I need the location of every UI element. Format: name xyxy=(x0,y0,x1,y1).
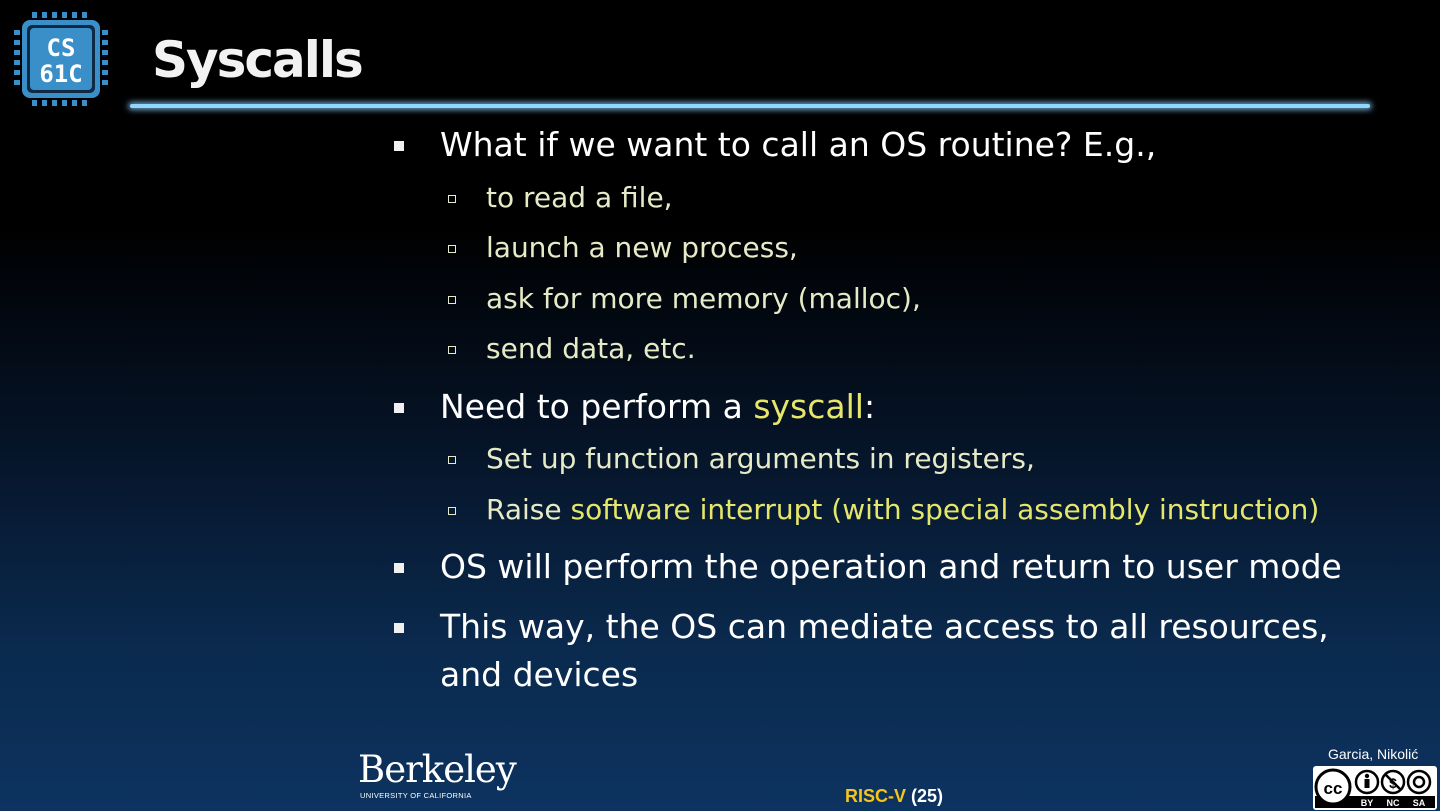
sub-bullet-text-before: Raise xyxy=(486,493,571,526)
bullet-text-before: Need to perform a xyxy=(440,387,754,426)
bullet-text: OS will perform the operation and return… xyxy=(440,547,1342,586)
sub-bullet-text: to read a file, xyxy=(486,181,673,214)
footer-topic-text: RISC-V xyxy=(845,786,907,806)
square-bullet-icon xyxy=(394,563,404,573)
footer-authors: Garcia, Nikolić xyxy=(1328,746,1419,762)
sub-bullet-more-memory: ask for more memory (malloc), xyxy=(448,282,921,316)
bullet-perform-syscall: Need to perform a syscall: xyxy=(394,387,876,427)
bullet-mediate-access-cont: and devices xyxy=(440,655,638,695)
hollow-square-bullet-icon xyxy=(448,346,456,354)
hollow-square-bullet-icon xyxy=(448,195,456,203)
square-bullet-icon xyxy=(394,141,404,151)
berkeley-subtitle: UNIVERSITY OF CALIFORNIA xyxy=(360,791,472,800)
sub-bullet-send-data: send data, etc. xyxy=(448,332,696,366)
bullet-text: What if we want to call an OS routine? E… xyxy=(440,125,1157,164)
sub-bullet-setup-args: Set up function arguments in registers, xyxy=(448,442,1035,476)
license-sa-label: SA xyxy=(1413,798,1426,808)
sub-bullet-read-file: to read a file, xyxy=(448,181,673,215)
sub-bullet-launch-process: launch a new process, xyxy=(448,231,798,265)
bullet-os-perform: OS will perform the operation and return… xyxy=(394,547,1342,587)
bullet-os-routine: What if we want to call an OS routine? E… xyxy=(394,125,1157,165)
hollow-square-bullet-icon xyxy=(448,245,456,253)
cc-by-nc-sa-license-icon: cc $ BY NC SA xyxy=(1313,766,1437,810)
slide-content: What if we want to call an OS routine? E… xyxy=(0,0,1440,811)
hollow-square-bullet-icon xyxy=(448,296,456,304)
berkeley-logo: Berkeley UNIVERSITY OF CALIFORNIA xyxy=(356,748,517,804)
svg-text:cc: cc xyxy=(1324,779,1343,798)
hollow-square-bullet-icon xyxy=(448,507,456,515)
sub-bullet-text: Set up function arguments in registers, xyxy=(486,442,1035,475)
sub-bullet-text: launch a new process, xyxy=(486,231,798,264)
bullet-highlight-syscall: syscall xyxy=(753,387,864,426)
bullet-mediate-access: This way, the OS can mediate access to a… xyxy=(394,607,1329,647)
square-bullet-icon xyxy=(394,623,404,633)
bullet-text-after: : xyxy=(863,387,876,426)
berkeley-wordmark: Berkeley xyxy=(358,748,517,791)
license-by-label: BY xyxy=(1361,798,1374,808)
sub-bullet-text: send data, etc. xyxy=(486,332,696,365)
sub-bullet-raise-interrupt: Raise software interrupt (with special a… xyxy=(448,493,1320,527)
sub-bullet-text: ask for more memory (malloc), xyxy=(486,282,921,315)
bullet-text-line1: This way, the OS can mediate access to a… xyxy=(440,607,1329,646)
footer-topic: RISC-V (25) xyxy=(845,786,943,807)
sub-bullet-highlight-interrupt: software interrupt (with special assembl… xyxy=(570,493,1320,526)
bullet-text-line2: and devices xyxy=(440,655,639,694)
footer-page-number: (25) xyxy=(911,786,944,806)
hollow-square-bullet-icon xyxy=(448,456,456,464)
square-bullet-icon xyxy=(394,403,404,413)
license-nc-label: NC xyxy=(1387,798,1400,808)
